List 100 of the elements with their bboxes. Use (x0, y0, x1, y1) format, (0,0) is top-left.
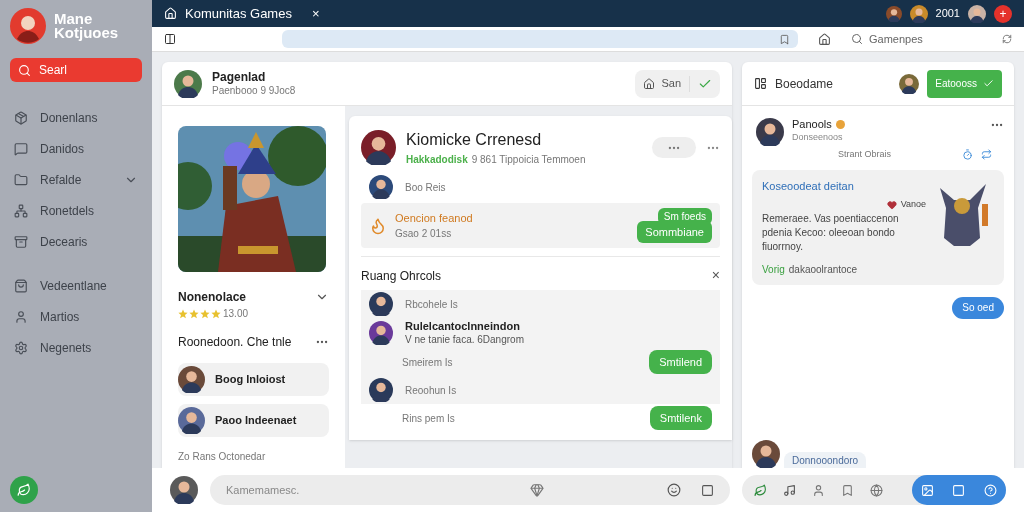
avatar (174, 69, 202, 98)
star-icon (211, 308, 221, 319)
avatar (909, 4, 928, 23)
friend-chip[interactable]: Paoo Indeenaet (178, 404, 329, 437)
emoji-icon (667, 483, 681, 497)
sidebar-item[interactable]: Danidos (40, 139, 85, 158)
sidebar-item[interactable]: Decearis (40, 232, 88, 251)
leaf-icon (754, 483, 767, 497)
badge-icon (835, 120, 845, 130)
home-icon (818, 32, 831, 46)
image-icon (921, 483, 935, 497)
avatar (170, 476, 198, 504)
post-title: Kiomicke Crrenesd (406, 130, 543, 150)
post-meta: 9 861 Tippoicia Temmoen (471, 153, 586, 167)
heart-icon (886, 199, 897, 210)
star-icon (189, 308, 199, 319)
check-icon (983, 78, 994, 89)
menu-icon (14, 340, 28, 355)
rating: 13.00 (223, 307, 249, 321)
commenter-name: Boo Reis (405, 180, 446, 195)
status-text: Strant Obrais (838, 148, 892, 161)
avatar (968, 4, 986, 23)
menu-icon (14, 278, 28, 293)
user-icon (812, 483, 825, 497)
home-icon (643, 77, 656, 90)
footer-tag: Vorig (762, 261, 785, 277)
leaf-icon (17, 483, 31, 497)
card-title: Koseoodeat deitan (762, 178, 855, 194)
sidebar-item[interactable]: Refalde (40, 170, 82, 189)
globe-icon (870, 483, 883, 497)
sidebar-item[interactable]: Negenets (40, 338, 92, 357)
panel-icon (754, 77, 767, 90)
avatar (369, 321, 393, 345)
profile-name: Pagenlad (212, 69, 267, 85)
menu-icon (14, 203, 28, 218)
avatar (756, 118, 784, 146)
chat-title: Boeodame (775, 75, 834, 93)
room-item-title: Rulelcantoclnneindon (405, 319, 521, 334)
send-button[interactable]: Smtilend (649, 350, 712, 374)
author-subtitle: Donseenoos (792, 131, 844, 143)
footer-text: Zo Rans Octonedar (178, 450, 267, 464)
sidebar-item[interactable]: Vedeentlane (40, 276, 107, 295)
room-title: Ruang Ohrcols (361, 267, 442, 285)
avatar (178, 407, 205, 434)
comment-field[interactable]: Kamemamesc. (210, 475, 730, 505)
star-icon (178, 308, 188, 319)
menu-icon (14, 172, 28, 187)
room-item: Smeirem Is (402, 355, 453, 370)
avatar (899, 73, 920, 94)
add-button[interactable]: + (994, 4, 1012, 23)
search-field[interactable]: Gamenpes (851, 30, 923, 48)
search-button[interactable]: Searl (10, 58, 142, 82)
event-title: Oencion feanod (395, 210, 473, 226)
close-button[interactable]: × (311, 3, 320, 24)
home-icon (164, 7, 177, 20)
tab-title[interactable]: Komunitas Games (185, 3, 292, 24)
close-button[interactable]: × (711, 265, 720, 286)
music-icon (783, 483, 796, 497)
sidebar-item[interactable]: Martios (40, 307, 80, 326)
avatar (885, 5, 902, 22)
menu-icon (14, 309, 28, 324)
sidebar-item[interactable]: Ronetdels (40, 201, 95, 220)
event-button[interactable]: Sommbiane (637, 221, 712, 243)
help-icon (983, 483, 997, 497)
profile-subtitle: Paenbooo 9 9Joc8 (212, 84, 296, 98)
send-button[interactable]: Smtilenk (649, 406, 712, 430)
avatar (369, 292, 393, 316)
window-icon (952, 483, 966, 497)
menu-icon (14, 234, 28, 249)
sidebar-item[interactable]: Donenlans (40, 108, 98, 127)
attach-icon (701, 483, 714, 497)
event-date: Gsao 2 01ss (395, 227, 453, 242)
star-icon (200, 308, 210, 319)
san-button[interactable]: San (643, 75, 681, 92)
logo-avatar (10, 8, 46, 44)
tool-group[interactable] (912, 475, 1006, 505)
room-item: Rins pem Is (402, 411, 455, 426)
avatar (752, 440, 780, 468)
avatar (361, 130, 396, 165)
friend-chip[interactable]: Boog Inloiost (178, 363, 329, 396)
repeat-icon (981, 149, 992, 161)
card-text: Remeraee. Vas poentiaccenon pdenia Kecoo: oleeoan bondo fiuorrnoy. (762, 211, 900, 254)
card-tag: Vanoe (900, 198, 926, 212)
post-tag: Hakkadodisk (406, 152, 468, 167)
author-name: Panools (792, 118, 832, 132)
panel-icon (164, 33, 176, 45)
app-name: Mane (54, 12, 94, 26)
menu-icon (14, 110, 28, 125)
avatar (369, 378, 393, 402)
search-icon (18, 63, 31, 77)
confirm-button[interactable]: Eatoooss (927, 69, 1002, 98)
leaf-button[interactable] (10, 476, 38, 504)
footer-text: dakaoolrantoce (788, 262, 858, 277)
room-item: Reoohun Is (405, 383, 457, 398)
bookmark-icon (779, 33, 790, 45)
game-subtitle: Roonedoon. Che tnle (178, 334, 292, 351)
refresh-icon (1002, 34, 1012, 44)
search-icon (851, 33, 863, 45)
room-item: Rbcohele Is (405, 297, 458, 312)
app-name: Kotjuoes (54, 26, 119, 40)
